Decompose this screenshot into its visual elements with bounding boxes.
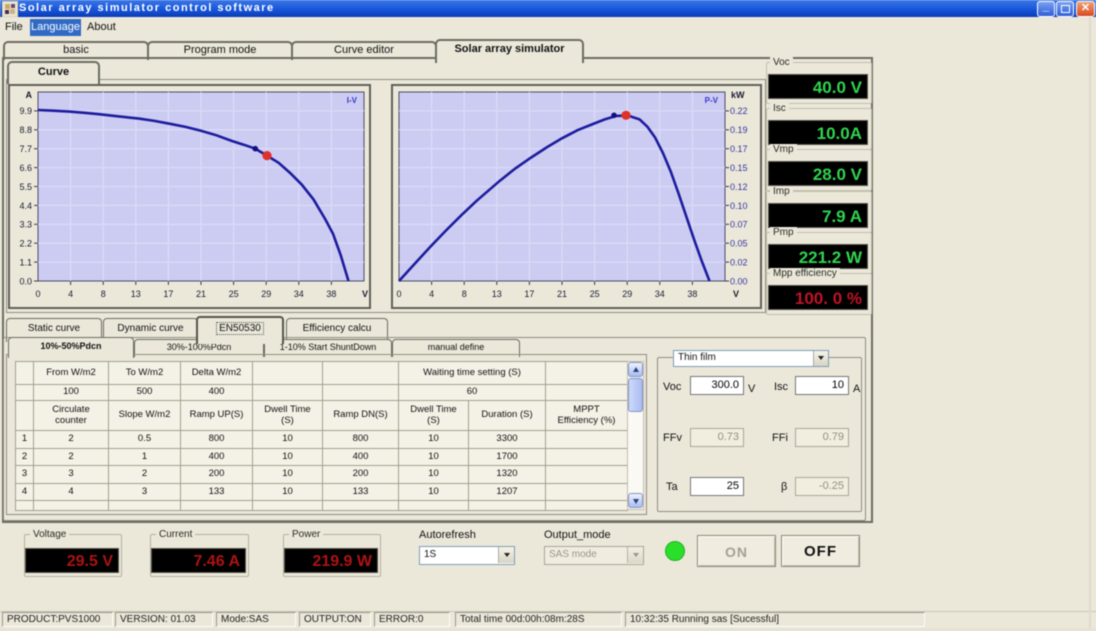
- svg-text:21: 21: [196, 289, 206, 299]
- svg-text:0.19: 0.19: [730, 125, 748, 135]
- svg-text:17: 17: [524, 289, 534, 299]
- svg-text:0.07: 0.07: [730, 220, 748, 230]
- svg-text:38: 38: [687, 289, 697, 299]
- svg-text:4: 4: [68, 289, 73, 299]
- svg-text:7.7: 7.7: [19, 144, 32, 154]
- svg-text:25: 25: [590, 289, 600, 299]
- svg-text:0: 0: [35, 289, 40, 299]
- svg-text:0.17: 0.17: [730, 144, 748, 154]
- svg-text:8.8: 8.8: [19, 125, 32, 135]
- svg-text:P-V: P-V: [705, 96, 719, 105]
- svg-text:0.02: 0.02: [730, 258, 748, 268]
- svg-text:13: 13: [131, 289, 141, 299]
- svg-text:0: 0: [396, 289, 401, 299]
- svg-text:0.15: 0.15: [730, 163, 748, 173]
- svg-text:0.12: 0.12: [730, 182, 748, 192]
- svg-text:3.3: 3.3: [19, 220, 32, 230]
- svg-text:1.1: 1.1: [19, 258, 32, 268]
- svg-text:9.9: 9.9: [19, 106, 32, 116]
- svg-text:29: 29: [261, 289, 271, 299]
- svg-text:34: 34: [294, 289, 304, 299]
- svg-text:25: 25: [229, 289, 239, 299]
- svg-text:38: 38: [326, 289, 336, 299]
- svg-text:0.05: 0.05: [730, 239, 748, 249]
- svg-text:8: 8: [462, 289, 467, 299]
- svg-text:4: 4: [429, 289, 434, 299]
- svg-text:0.00: 0.00: [730, 277, 748, 287]
- svg-text:I-V: I-V: [347, 96, 358, 105]
- svg-text:13: 13: [492, 289, 502, 299]
- svg-text:0.22: 0.22: [730, 106, 748, 116]
- svg-text:kW: kW: [731, 90, 745, 100]
- svg-text:A: A: [26, 90, 33, 100]
- svg-text:6.6: 6.6: [19, 163, 32, 173]
- svg-text:21: 21: [557, 289, 567, 299]
- svg-text:0.0: 0.0: [19, 277, 32, 287]
- svg-text:2.2: 2.2: [19, 239, 32, 249]
- svg-text:V: V: [362, 289, 368, 299]
- svg-text:4.4: 4.4: [19, 201, 32, 211]
- svg-text:8: 8: [101, 289, 106, 299]
- svg-text:34: 34: [655, 289, 665, 299]
- svg-text:5.5: 5.5: [19, 182, 32, 192]
- svg-text:17: 17: [163, 289, 173, 299]
- svg-text:29: 29: [622, 289, 632, 299]
- svg-text:V: V: [733, 289, 739, 299]
- svg-text:0.10: 0.10: [730, 201, 748, 211]
